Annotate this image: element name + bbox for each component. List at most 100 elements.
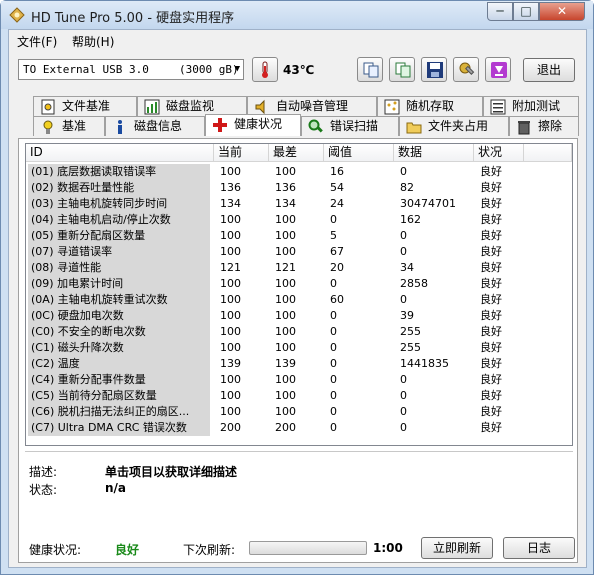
cell-worst: 134 <box>275 197 296 210</box>
col-header-threshold[interactable]: 阈值 <box>324 144 394 162</box>
col-header-id[interactable]: ID <box>26 144 214 162</box>
drive-select[interactable]: TO External USB 3.0 (3000 gB) ▼ <box>18 59 244 80</box>
tab-random-access[interactable]: 随机存取 <box>377 96 483 116</box>
disk-monitor-icon <box>144 99 160 115</box>
attribute-label: (C4) 重新分配事件数量 <box>31 373 146 386</box>
cell-data: 0 <box>400 245 407 258</box>
table-row[interactable]: (03) 主轴电机旋转同步时间 134 134 24 30474701 良好 <box>26 196 572 212</box>
smart-table[interactable]: ID 当前 最差 阈值 数据 状况 (01) 底层数据读取错误率 100 100 16… <box>25 143 573 446</box>
cell-status: 良好 <box>480 325 502 338</box>
col-header-status[interactable]: 状况 <box>474 144 524 162</box>
table-row[interactable]: (08) 寻道性能 121 121 20 34 良好 <box>26 260 572 276</box>
cell-data: 34 <box>400 261 414 274</box>
tab-erase[interactable]: 擦除 <box>509 116 579 136</box>
copy-info-button[interactable] <box>357 57 383 82</box>
thermometer-icon <box>262 61 268 78</box>
cell-threshold: 0 <box>330 405 337 418</box>
table-row[interactable]: (04) 主轴电机启动/停止次数 100 100 0 162 良好 <box>26 212 572 228</box>
table-row[interactable]: (0A) 主轴电机旋转重试次数 100 100 60 0 良好 <box>26 292 572 308</box>
cell-data: 0 <box>400 165 407 178</box>
cell-worst: 100 <box>275 245 296 258</box>
maximize-button[interactable]: □ <box>513 2 539 21</box>
wrench-icon <box>459 62 475 75</box>
exit-button[interactable]: 退出 <box>523 58 575 82</box>
tab-benchmark[interactable]: 基准 <box>33 116 105 136</box>
cell-data: 0 <box>400 389 407 402</box>
refresh-now-button[interactable]: 立即刷新 <box>421 537 493 559</box>
attribute-label: (09) 加电累计时间 <box>31 277 124 290</box>
table-row[interactable]: (07) 寻道错误率 100 100 67 0 良好 <box>26 244 572 260</box>
tab-disk-info[interactable]: 磁盘信息 <box>105 116 205 136</box>
table-row[interactable]: (C6) 脱机扫描无法纠正的扇区... 100 100 0 0 良好 <box>26 404 572 420</box>
col-header-data[interactable]: 数据 <box>394 144 474 162</box>
table-row[interactable]: (09) 加电累计时间 100 100 0 2858 良好 <box>26 276 572 292</box>
tab-health[interactable]: 健康状况 <box>205 114 301 136</box>
health-cross-icon <box>213 118 227 132</box>
toolbar: TO External USB 3.0 (3000 gB) ▼ 43℃ 退出 <box>9 54 586 90</box>
cell-threshold: 67 <box>330 245 344 258</box>
log-button[interactable]: 日志 <box>503 537 575 559</box>
table-row[interactable]: (C4) 重新分配事件数量 100 100 0 0 良好 <box>26 372 572 388</box>
copy-all-button[interactable] <box>389 57 415 82</box>
cell-current: 100 <box>220 165 241 178</box>
col-header-worst[interactable]: 最差 <box>269 144 324 162</box>
options-button[interactable] <box>453 57 479 82</box>
speaker-icon <box>255 99 265 115</box>
menu-bar: 文件(F) 帮助(H) <box>9 30 586 52</box>
cell-worst: 100 <box>275 165 296 178</box>
temperature-button[interactable] <box>252 57 278 82</box>
cell-threshold: 0 <box>330 213 337 226</box>
smart-attribute-name: (01) 底层数据读取错误率 <box>28 164 210 180</box>
attribute-label: (01) 底层数据读取错误率 <box>31 165 157 178</box>
attribute-label: (C7) Ultra DMA CRC 错误次数 <box>31 421 187 434</box>
table-row[interactable]: (05) 重新分配扇区数量 100 100 5 0 良好 <box>26 228 572 244</box>
attribute-label: (04) 主轴电机启动/停止次数 <box>31 213 171 226</box>
cell-threshold: 0 <box>330 373 337 386</box>
close-button[interactable]: ✕ <box>539 2 585 21</box>
trash-icon <box>518 121 530 135</box>
tab-error-scan[interactable]: 错误扫描 <box>301 116 399 136</box>
cell-status: 良好 <box>480 261 502 274</box>
tab-folder-usage[interactable]: 文件夹占用 <box>399 116 509 136</box>
save-button[interactable] <box>421 57 447 82</box>
cell-threshold: 20 <box>330 261 344 274</box>
cell-data: 82 <box>400 181 414 194</box>
title-bar[interactable]: HD Tune Pro 5.00 - 硬盘实用程序 ─ □ ✕ <box>1 1 593 29</box>
random-access-icon <box>384 99 400 115</box>
table-row[interactable]: (C5) 当前待分配扇区数量 100 100 0 0 良好 <box>26 388 572 404</box>
table-row[interactable]: (0C) 硬盘加电次数 100 100 0 39 良好 <box>26 308 572 324</box>
table-row[interactable]: (C2) 温度 139 139 0 1441835 良好 <box>26 356 572 372</box>
cell-current: 100 <box>220 245 241 258</box>
table-row[interactable]: (C7) Ultra DMA CRC 错误次数 200 200 0 0 良好 <box>26 420 572 436</box>
magnifier-icon <box>308 119 323 133</box>
table-row[interactable]: (C0) 不安全的断电次数 100 100 0 255 良好 <box>26 324 572 340</box>
smart-attribute-name: (C1) 磁头升降次数 <box>28 340 210 356</box>
tab-disk-monitor[interactable]: 磁盘监视 <box>137 96 247 116</box>
table-row[interactable]: (02) 数据吞吐量性能 136 136 54 82 良好 <box>26 180 572 196</box>
cell-threshold: 0 <box>330 421 337 434</box>
cell-worst: 100 <box>275 373 296 386</box>
download-button[interactable] <box>485 57 511 82</box>
table-row[interactable]: (01) 底层数据读取错误率 100 100 16 0 良好 <box>26 164 572 180</box>
cell-data: 162 <box>400 213 421 226</box>
menu-help[interactable]: 帮助(H) <box>72 33 114 50</box>
attribute-label: (0C) 硬盘加电次数 <box>31 309 124 322</box>
tab-extra-tests[interactable]: 附加测试 <box>483 96 579 116</box>
cell-current: 100 <box>220 277 241 290</box>
attribute-label: (C1) 磁头升降次数 <box>31 341 124 354</box>
cell-data: 1441835 <box>400 357 449 370</box>
col-header-current[interactable]: 当前 <box>214 144 269 162</box>
dropdown-arrow-icon: ▼ <box>234 64 240 74</box>
tab-file-benchmark[interactable]: 文件基准 <box>33 96 137 116</box>
smart-attribute-name: (0A) 主轴电机旋转重试次数 <box>28 292 210 308</box>
cell-worst: 100 <box>275 277 296 290</box>
tab-acoustic-management[interactable]: 自动噪音管理 <box>247 96 377 116</box>
attribute-label: (C5) 当前待分配扇区数量 <box>31 389 157 402</box>
menu-file[interactable]: 文件(F) <box>17 33 57 50</box>
smart-attribute-name: (05) 重新分配扇区数量 <box>28 228 210 244</box>
cell-current: 100 <box>220 309 241 322</box>
table-row[interactable]: (C1) 磁头升降次数 100 100 0 255 良好 <box>26 340 572 356</box>
state-label: 状态: <box>29 483 58 497</box>
cell-threshold: 16 <box>330 165 344 178</box>
minimize-button[interactable]: ─ <box>487 2 513 21</box>
